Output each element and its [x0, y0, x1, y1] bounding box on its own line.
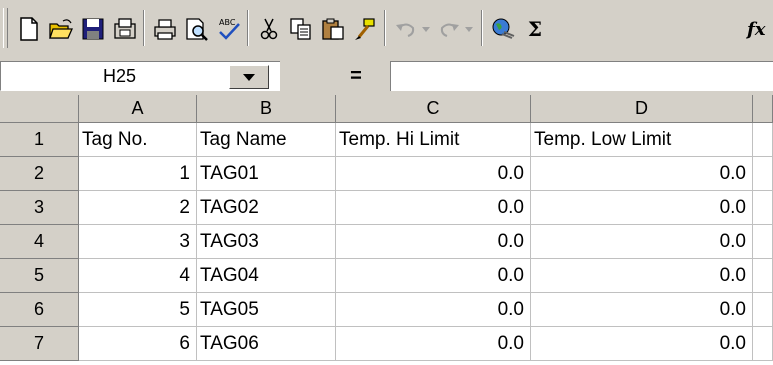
toolbar-separator [143, 10, 145, 46]
open-icon [49, 19, 74, 39]
row-header[interactable]: 5 [0, 259, 79, 293]
copy-button[interactable] [286, 14, 316, 44]
toolbar-separator [481, 10, 483, 46]
cell[interactable]: 0.0 [336, 327, 531, 361]
cell[interactable] [753, 259, 773, 293]
paste-button[interactable] [318, 14, 348, 44]
function-icon: fx [747, 18, 766, 40]
save-icon [82, 18, 104, 40]
cell[interactable]: Temp. Low Limit [531, 123, 753, 157]
row-header[interactable]: 7 [0, 327, 79, 361]
spelling-button[interactable]: ABC [214, 14, 244, 44]
cell[interactable] [753, 293, 773, 327]
cell[interactable]: 0.0 [336, 191, 531, 225]
new-icon [20, 17, 38, 41]
column-header-a[interactable]: A [79, 95, 197, 123]
function-button[interactable]: fx [747, 14, 773, 44]
autosum-icon: Σ [527, 17, 543, 41]
row-header[interactable]: 4 [0, 225, 79, 259]
open-button[interactable] [46, 14, 76, 44]
cell[interactable]: 0.0 [531, 157, 753, 191]
row-header[interactable]: 3 [0, 191, 79, 225]
column-header-d[interactable]: D [531, 95, 753, 123]
cell[interactable]: 4 [79, 259, 197, 293]
cell[interactable]: 3 [79, 225, 197, 259]
select-all-corner[interactable] [0, 95, 79, 123]
row-header[interactable]: 1 [0, 123, 79, 157]
save-button[interactable] [78, 14, 108, 44]
cell[interactable]: 0.0 [531, 191, 753, 225]
toolbar-grip[interactable] [3, 8, 8, 48]
cell[interactable]: TAG01 [197, 157, 336, 191]
cell[interactable]: 6 [79, 327, 197, 361]
toolbar-separator [247, 10, 249, 46]
column-header-partial[interactable] [753, 95, 773, 123]
chevron-down-icon [465, 27, 473, 32]
permission-icon [114, 18, 136, 39]
cell[interactable]: TAG06 [197, 327, 336, 361]
cell[interactable]: 0.0 [531, 327, 753, 361]
cell[interactable]: 0.0 [531, 293, 753, 327]
cell[interactable]: 0.0 [336, 259, 531, 293]
print-button[interactable] [150, 14, 180, 44]
cell[interactable]: 0.0 [336, 157, 531, 191]
svg-text:ABC: ABC [219, 18, 236, 27]
chevron-down-icon [422, 27, 430, 32]
column-header-b[interactable]: B [197, 95, 336, 123]
name-box[interactable]: H25 [0, 61, 280, 91]
standard-toolbar: ABC Σ fx [0, 0, 773, 54]
cell[interactable]: 0.0 [336, 225, 531, 259]
column-header-c[interactable]: C [336, 95, 531, 123]
copy-icon [290, 18, 311, 40]
cell[interactable]: 1 [79, 157, 197, 191]
cell[interactable]: Tag Name [197, 123, 336, 157]
print-preview-button[interactable] [182, 14, 212, 44]
cell[interactable]: 2 [79, 191, 197, 225]
name-box-dropdown[interactable] [229, 65, 269, 89]
new-button[interactable] [14, 14, 44, 44]
row-header[interactable]: 6 [0, 293, 79, 327]
cell[interactable]: Tag No. [79, 123, 197, 157]
toolbar-separator [384, 10, 386, 46]
undo-icon [396, 23, 415, 37]
edit-formula-button[interactable]: = [336, 61, 376, 91]
hyperlink-button[interactable] [488, 14, 518, 44]
cell[interactable]: Temp. Hi Limit [336, 123, 531, 157]
hyperlink-icon [492, 18, 515, 39]
cell[interactable]: TAG04 [197, 259, 336, 293]
permission-button[interactable] [110, 14, 140, 44]
cell[interactable]: TAG05 [197, 293, 336, 327]
paste-icon [322, 18, 344, 40]
cell[interactable] [753, 157, 773, 191]
cell[interactable]: TAG03 [197, 225, 336, 259]
cell[interactable]: 0.0 [336, 293, 531, 327]
undo-button[interactable] [391, 14, 421, 44]
redo-icon [440, 23, 459, 37]
cell[interactable]: TAG02 [197, 191, 336, 225]
formula-bar: H25 = [0, 61, 773, 93]
print-preview-icon [186, 18, 208, 41]
cell[interactable]: 5 [79, 293, 197, 327]
cell[interactable]: 0.0 [531, 259, 753, 293]
formula-input[interactable] [390, 61, 773, 91]
name-box-value: H25 [103, 66, 137, 86]
undo-dropdown[interactable] [420, 14, 432, 44]
worksheet-grid: A B C D 1 Tag No. Tag Name Temp. Hi Limit Temp. … [0, 95, 773, 365]
print-icon [154, 19, 176, 40]
cell[interactable] [753, 225, 773, 259]
cell[interactable] [753, 327, 773, 361]
cell[interactable] [753, 191, 773, 225]
cut-button[interactable] [254, 14, 284, 44]
redo-button[interactable] [434, 14, 464, 44]
cell[interactable] [753, 123, 773, 157]
row-header[interactable]: 2 [0, 157, 79, 191]
cut-icon [260, 18, 278, 40]
chevron-down-icon [243, 74, 255, 81]
autosum-button[interactable]: Σ [520, 14, 550, 44]
redo-dropdown[interactable] [463, 14, 475, 44]
format-painter-button[interactable] [350, 14, 380, 44]
spelling-icon: ABC [219, 18, 240, 40]
cell[interactable]: 0.0 [531, 225, 753, 259]
format-painter-icon [355, 18, 375, 40]
